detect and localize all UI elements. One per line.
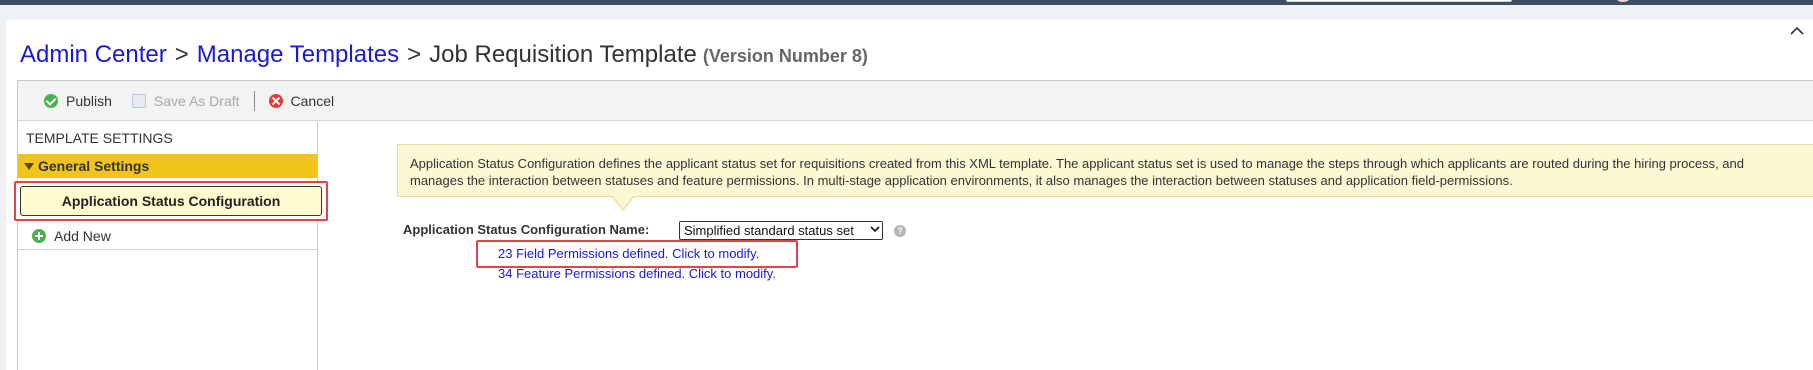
info-callout: Application Status Configuration defines… xyxy=(397,144,1813,197)
status-set-select[interactable]: Simplified standard status set xyxy=(679,221,883,240)
config-name-label: Application Status Configuration Name: xyxy=(403,222,650,237)
chevron-up-icon[interactable] xyxy=(1789,24,1805,40)
help-icon[interactable]: ? xyxy=(894,225,906,237)
feature-permissions-link[interactable]: 34 Feature Permissions defined. Click to… xyxy=(498,265,776,283)
breadcrumb-manage-templates[interactable]: Manage Templates xyxy=(197,41,399,68)
check-circle-icon xyxy=(44,93,58,108)
toolbar-divider xyxy=(253,90,255,111)
save-as-draft-label: Save As Draft xyxy=(153,92,240,109)
triangle-down-icon xyxy=(24,162,34,170)
left-gutter xyxy=(0,20,6,370)
cancel-button[interactable]: Cancel xyxy=(259,89,345,113)
info-callout-pointer-fill xyxy=(613,196,633,209)
avatar[interactable] xyxy=(1615,0,1631,2)
version-label: (Version Number 8) xyxy=(702,46,868,66)
status-set-value: Simplified standard status set xyxy=(684,223,854,238)
sidebar-heading: TEMPLATE SETTINGS xyxy=(26,130,173,146)
section-label: General Settings xyxy=(38,158,150,174)
global-search-input[interactable] xyxy=(1286,0,1512,2)
breadcrumb: Admin Center > Manage Templates > Job Requis… xyxy=(20,40,868,70)
page-background xyxy=(0,5,1813,20)
breadcrumb-separator: > xyxy=(407,41,422,68)
x-circle-icon xyxy=(268,93,283,108)
plus-circle-icon xyxy=(32,228,46,243)
save-as-draft-button[interactable]: Save As Draft xyxy=(122,89,250,113)
sidebar-item-label: Application Status Configuration xyxy=(61,193,281,209)
info-text: Application Status Configuration defines… xyxy=(410,156,1744,188)
breadcrumb-separator: > xyxy=(174,41,189,68)
toolbar: Publish Save As Draft Cancel xyxy=(18,81,1813,121)
page-title: Job Requisition Template xyxy=(429,41,697,68)
selection-highlight: Application Status Configuration xyxy=(14,181,328,221)
add-new-button[interactable]: Add New xyxy=(18,222,318,250)
publish-label: Publish xyxy=(66,92,112,109)
sidebar-item-application-status-configuration[interactable]: Application Status Configuration xyxy=(20,186,322,216)
field-permissions-link[interactable]: 23 Field Permissions defined. Click to m… xyxy=(498,245,759,263)
document-icon xyxy=(131,93,146,108)
add-new-label: Add New xyxy=(54,227,111,244)
publish-button[interactable]: Publish xyxy=(34,89,122,113)
template-settings-sidebar: TEMPLATE SETTINGS General Settings Appli… xyxy=(14,122,328,370)
sidebar-section-general-settings[interactable]: General Settings xyxy=(18,154,317,178)
cancel-label: Cancel xyxy=(290,92,335,109)
chevron-down-icon xyxy=(868,222,882,239)
breadcrumb-admin-center[interactable]: Admin Center xyxy=(20,41,167,68)
